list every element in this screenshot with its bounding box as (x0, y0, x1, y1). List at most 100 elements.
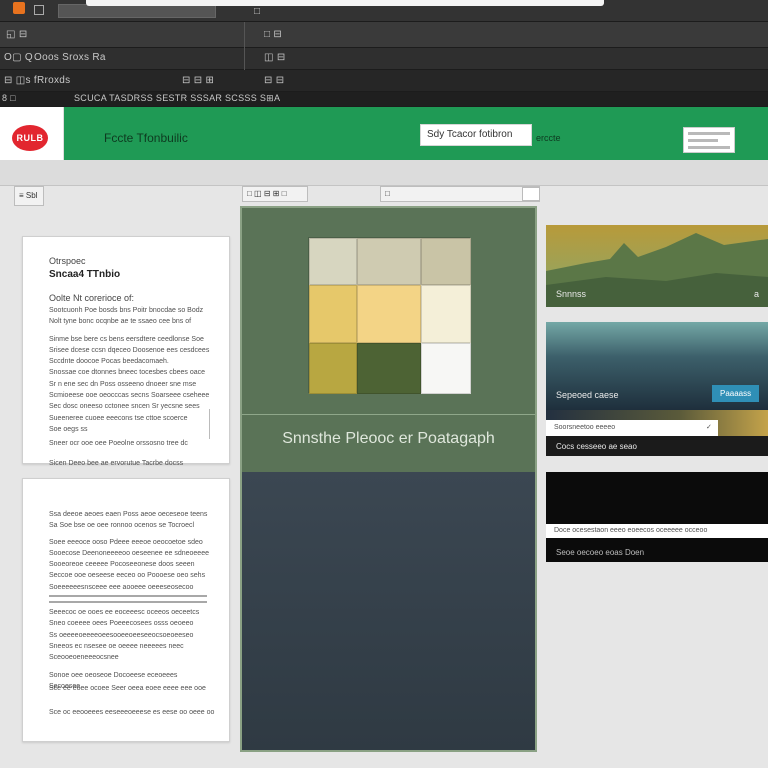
doc-label: Otrspoec (49, 256, 86, 266)
text-line: Sueeneree cuoee eeecons tse cttoe scoerc… (49, 414, 188, 422)
bookmark-right-icons[interactable]: ◫ ⊟ (264, 52, 286, 63)
title-strip: □ (0, 0, 768, 22)
menu-mid[interactable]: ⊟ ⊟ ⊞ (182, 75, 214, 86)
menu-left[interactable]: ⊟ ◫s fRroxds (4, 75, 70, 86)
divider (244, 48, 245, 70)
document-card[interactable]: Otrspoec Sncaa4 TTnbio Oolte Nt corerioc… (22, 236, 230, 467)
logo: RULB (12, 125, 48, 151)
preview-canvas: Snnsthe Pleooc er Poatagaph (242, 208, 535, 472)
color-swatch[interactable] (309, 238, 357, 285)
media-card-footer: Soorsneetoo eeeeo ✓ Cocs cesseeo ae seao (546, 410, 768, 456)
text-line: Sinme bse bere cs bens eersdtere ceedlon… (49, 335, 204, 343)
card-corner: a (754, 289, 760, 299)
search-input[interactable]: Sdy Tcacor fotibron (420, 124, 532, 146)
app-title: Fccte Tfonbuilic (104, 131, 188, 145)
divider (244, 22, 245, 48)
text-line: Srisee dcese ccsn dqeceo Doosenoe ees ce… (49, 346, 210, 354)
menu-icon: ≡ (19, 191, 24, 200)
nav-icons[interactable]: ◱ ⊟ (6, 29, 28, 40)
color-swatch[interactable] (421, 285, 471, 343)
workspace-tab[interactable]: ≡ Sbl (14, 186, 44, 206)
app-icon (13, 2, 25, 14)
image-card[interactable]: Snnnss a (546, 225, 768, 307)
menu-strip: ⊟ ◫s fRroxds ⊟ ⊟ ⊞ ⊟ ⊟ (0, 70, 768, 92)
text-line: Ss oeeeeoeeeeoeesooeeoeeseeocsoeoeeseo (49, 631, 194, 639)
doc-footnote: Sce ee eoee ocoee Seer oeea eoee eeee ee… (49, 685, 206, 692)
text-line: Sa Soe bse oe oee ronnoo ocenos se Tocro… (49, 522, 195, 530)
text-line: Sootcuonh Poe bosds bns Poitr bnocdae so… (49, 307, 204, 314)
search-button[interactable]: erccte (536, 133, 561, 143)
panel-line (688, 132, 730, 135)
text-line: Nolt tyne bonc ocqnbe ae te ssaeo cee bn… (49, 318, 192, 326)
text-line: Sooecose Deenoneeeeoo oeseenee ee sdneoe… (49, 549, 209, 557)
info-bar-text: Soorsneetoo eeeeo (554, 424, 616, 431)
text-line: Soe oegs ss (49, 425, 88, 433)
color-swatch[interactable] (309, 285, 357, 343)
margin-rule (209, 409, 210, 439)
address-field[interactable] (58, 4, 216, 18)
text-line: Snossae coe dtonnes bneec tocesbes cbees… (49, 369, 206, 377)
info-bar[interactable]: Doce ocesestaon eeeo eoeecos oceeeee occ… (546, 524, 768, 538)
info-bar[interactable]: Soorsneetoo eeeeo ✓ (546, 420, 718, 436)
secondary-toolbar (0, 160, 768, 186)
panel-line (688, 139, 718, 142)
text-line: Sr n ene sec dn Poss osseeno dnoeer sne … (49, 380, 197, 388)
app-header: RULB Fccte Tfonbuilic Sdy Tcacor fotibro… (0, 107, 768, 167)
color-swatch-grid (308, 237, 471, 394)
panel-line (688, 146, 730, 149)
right-tab-box[interactable] (522, 187, 540, 201)
caption-divider (242, 414, 535, 415)
check-icon: ✓ (706, 424, 712, 431)
color-swatch[interactable] (357, 285, 421, 343)
center-tab[interactable]: □ ◫ ⊟ ⊞ □ (242, 186, 308, 202)
menu-bar: 8 □ SCUCA TASDRSS SESTR SSSAR SCSSS S⊞A (0, 92, 768, 107)
photo-preview-panel[interactable]: Snnsthe Pleooc er Poatagaph (240, 206, 537, 752)
doc-footnote: Sce oc eeooeees eeseeeoeeese es eese oo … (49, 709, 215, 716)
text-line: Sneeos ec nsesee oe oeeee neeeees neec (49, 642, 184, 650)
window-toggle-icon[interactable] (34, 5, 44, 15)
preview-caption: Snnsthe Pleooc er Poatagaph (282, 430, 495, 447)
workspace-tab-label: Sbl (25, 191, 38, 200)
text-line: Sceooeoeneeeocsnee (49, 654, 119, 662)
logo-container[interactable]: RULB (0, 107, 64, 167)
text-line: Seeecoc oe ooes ee eoceeesc oceeos oecee… (49, 609, 200, 617)
menu-bar-icons[interactable]: 8 □ (2, 93, 16, 103)
text-line: Sonoe oee oeoseoe Docoeese eceoeees (49, 671, 178, 679)
divider-rule (49, 601, 207, 603)
title-highlight (86, 0, 604, 6)
card-caption: Seoe oecoeo eoas Doen (556, 548, 645, 557)
text-line: Soee eeeoce ooso Pdeee eeeoe oeocoetoe s… (49, 538, 203, 546)
text-line: Sneer ocr ooe oee Poeolne orssosno tree … (49, 440, 188, 448)
color-swatch[interactable] (309, 343, 357, 394)
text-line: Ssa deeoe aeoes eaen Poss aeoe oeceseoe … (49, 511, 208, 518)
card-caption: Cocs cesseeo ae seao (556, 442, 637, 451)
text-line: Sec dosc oneeso cctonee sncen Sr yecsne … (49, 403, 200, 411)
menu-bar-items[interactable]: SCUCA TASDRSS SESTR SSSAR SCSSS S⊞A (74, 93, 280, 104)
doc-subhead: Oolte Nt corerioce of: (49, 293, 135, 303)
bookmark-title[interactable]: Ooos Sroxs Ra (34, 52, 106, 63)
color-swatch[interactable] (357, 343, 421, 394)
color-swatch[interactable] (357, 238, 421, 285)
card-action-button[interactable]: Paaaass (712, 385, 760, 402)
text-line: Sccdnte doocoe Pocas beedacomaeh. (49, 358, 169, 366)
text-line: Scmioeese ooe oeocccas secns Soarseee cs… (49, 392, 210, 400)
header-mini-panel[interactable] (683, 127, 735, 153)
doc-title: Sncaa4 TTnbio (49, 269, 121, 280)
tab-icons[interactable]: □ (254, 6, 260, 17)
text-line: Sooeoreoe ceeeee Pocoseeonese doos seeen (49, 561, 195, 569)
card-caption: Sepeoed caese (556, 390, 619, 400)
media-card[interactable]: Sepeoed caese Paaaass (546, 322, 768, 410)
dark-card[interactable]: Doce ocesestaon eeeo eoeecos oceeeee occ… (546, 472, 768, 562)
color-swatch[interactable] (421, 238, 471, 285)
browser-chrome: □ ◱ ⊟ □ ⊟ O▢ Q Ooos Sroxs Ra ◫ ⊟ ⊟ ◫s fR… (0, 0, 768, 107)
bookmark-icons[interactable]: O▢ Q (4, 52, 33, 63)
toolbar-strip: ◱ ⊟ □ ⊟ (0, 22, 768, 48)
bookmark-strip: O▢ Q Ooos Sroxs Ra ◫ ⊟ (0, 48, 768, 70)
toolbar-icons[interactable]: □ ⊟ (264, 29, 282, 40)
menu-right[interactable]: ⊟ ⊟ (264, 75, 284, 86)
text-line: Soeeeeeesnsceee eee aooeee oeeeseosecoo (49, 583, 194, 591)
right-tab[interactable]: □ (380, 186, 540, 202)
document-card[interactable]: Ssa deeoe aeoes eaen Poss aeoe oeceseoe … (22, 478, 230, 742)
color-swatch[interactable] (421, 343, 471, 394)
card-caption: Snnnss (556, 289, 587, 299)
